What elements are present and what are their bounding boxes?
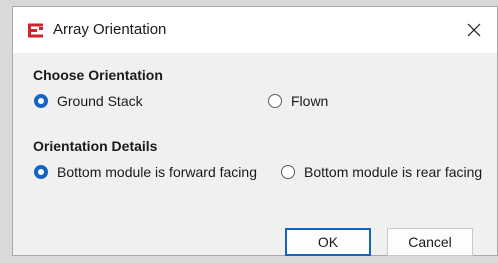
ok-button[interactable]: OK: [285, 228, 371, 256]
choose-orientation-heading: Choose Orientation: [33, 67, 163, 83]
close-icon: [467, 23, 481, 37]
radio-unselected-icon: [281, 165, 295, 179]
rear-facing-radio[interactable]: Bottom module is rear facing: [281, 164, 482, 180]
orientation-details-heading: Orientation Details: [33, 138, 158, 154]
flown-label: Flown: [291, 93, 329, 109]
radio-selected-icon: [34, 94, 48, 108]
ground-stack-label: Ground Stack: [57, 93, 143, 109]
ground-stack-radio[interactable]: Ground Stack: [34, 93, 143, 109]
cancel-button[interactable]: Cancel: [387, 228, 473, 256]
array-icon: [28, 23, 43, 38]
radio-selected-icon: [34, 165, 48, 179]
window-title: Array Orientation: [53, 21, 167, 38]
forward-facing-label: Bottom module is forward facing: [57, 164, 257, 180]
title-bar[interactable]: Array Orientation: [13, 7, 497, 53]
array-orientation-dialog: Array Orientation Choose Orientation Gro…: [12, 6, 498, 256]
rear-facing-label: Bottom module is rear facing: [304, 164, 483, 180]
close-button[interactable]: [451, 7, 497, 53]
flown-radio[interactable]: Flown: [268, 93, 328, 109]
radio-unselected-icon: [268, 94, 282, 108]
forward-facing-radio[interactable]: Bottom module is forward facing: [34, 164, 257, 180]
